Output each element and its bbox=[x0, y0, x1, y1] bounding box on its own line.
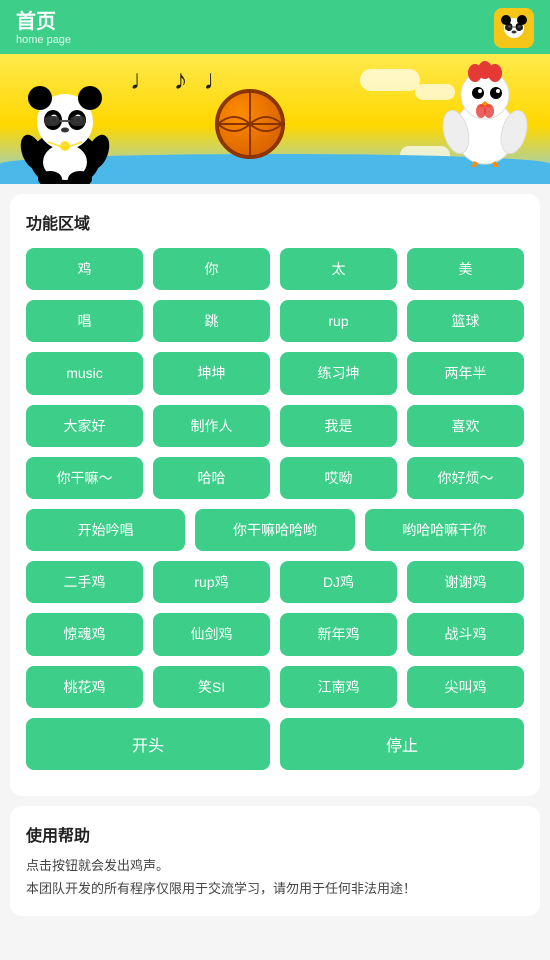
function-area-title: 功能区域 bbox=[26, 210, 524, 234]
btn-niganna-haha[interactable]: 你干嘛哈哈哟 bbox=[195, 509, 354, 551]
basketball-icon bbox=[215, 89, 285, 159]
btn-jiangnanji[interactable]: 江南鸡 bbox=[280, 666, 397, 708]
btn-kunkun[interactable]: 坤坤 bbox=[153, 352, 270, 394]
stop-button[interactable]: 停止 bbox=[280, 718, 524, 770]
btn-dajiahao[interactable]: 大家好 bbox=[26, 405, 143, 447]
btn-ershouji[interactable]: 二手鸡 bbox=[26, 561, 143, 603]
btn-row-6: 开始吟唱 你干嘛哈哈哟 哟哈哈嘛干你 bbox=[26, 509, 524, 551]
function-area: 功能区域 鸡 你 太 美 唱 跳 rup 篮球 music 坤坤 练习坤 两年半… bbox=[10, 194, 540, 796]
btn-jianjiaoji[interactable]: 尖叫鸡 bbox=[407, 666, 524, 708]
avatar[interactable] bbox=[494, 8, 534, 48]
help-line-2: 本团队开发的所有程序仅限用于交流学习，请勿用于任何非法用途！ bbox=[26, 877, 524, 900]
app-header: 首页 home page bbox=[0, 0, 550, 54]
btn-zhizuoren[interactable]: 制作人 bbox=[153, 405, 270, 447]
btn-row-9: 桃花鸡 笑SI 江南鸡 尖叫鸡 bbox=[26, 666, 524, 708]
btn-niganna[interactable]: 你干嘛～ bbox=[26, 457, 143, 499]
btn-row-8: 惊魂鸡 仙剑鸡 新年鸡 战斗鸡 bbox=[26, 613, 524, 655]
btn-chang[interactable]: 唱 bbox=[26, 300, 143, 342]
help-line-1: 点击按钮就会发出鸡声。 bbox=[26, 854, 524, 877]
btn-taohuaji[interactable]: 桃花鸡 bbox=[26, 666, 143, 708]
start-button[interactable]: 开头 bbox=[26, 718, 270, 770]
btn-aiyou[interactable]: 哎呦 bbox=[280, 457, 397, 499]
btn-nihaofen[interactable]: 你好烦～ bbox=[407, 457, 524, 499]
btn-rupji[interactable]: rup鸡 bbox=[153, 561, 270, 603]
page-title: 首页 bbox=[16, 10, 71, 34]
header-left: 首页 home page bbox=[16, 10, 71, 46]
btn-row-5: 你干嘛～ 哈哈 哎呦 你好烦～ bbox=[26, 457, 524, 499]
chicken-figure bbox=[440, 57, 530, 179]
action-row: 开头 停止 bbox=[26, 718, 524, 770]
btn-row-7: 二手鸡 rup鸡 DJ鸡 谢谢鸡 bbox=[26, 561, 524, 603]
btn-mei[interactable]: 美 bbox=[407, 248, 524, 290]
btn-xihuan[interactable]: 喜欢 bbox=[407, 405, 524, 447]
panda-figure bbox=[10, 64, 120, 184]
btn-djji[interactable]: DJ鸡 bbox=[280, 561, 397, 603]
btn-lanqiu[interactable]: 篮球 bbox=[407, 300, 524, 342]
btn-lianxikun[interactable]: 练习坤 bbox=[280, 352, 397, 394]
btn-rup[interactable]: rup bbox=[280, 300, 397, 342]
btn-tiao[interactable]: 跳 bbox=[153, 300, 270, 342]
btn-xiaosi[interactable]: 笑SI bbox=[153, 666, 270, 708]
btn-xianjianji[interactable]: 仙剑鸡 bbox=[153, 613, 270, 655]
btn-xiejieji[interactable]: 谢谢鸡 bbox=[407, 561, 524, 603]
btn-zhandouji[interactable]: 战斗鸡 bbox=[407, 613, 524, 655]
page-subtitle: home page bbox=[16, 34, 71, 46]
btn-row-1: 鸡 你 太 美 bbox=[26, 248, 524, 290]
banner: ♩ ♪ ♩ bbox=[0, 54, 550, 184]
help-section: 使用帮助 点击按钮就会发出鸡声。 本团队开发的所有程序仅限用于交流学习，请勿用于… bbox=[10, 806, 540, 917]
cloud-1 bbox=[360, 69, 420, 91]
btn-ni[interactable]: 你 bbox=[153, 248, 270, 290]
btn-music[interactable]: music bbox=[26, 352, 143, 394]
btn-row-4: 大家好 制作人 我是 喜欢 bbox=[26, 405, 524, 447]
btn-jinghunj[interactable]: 惊魂鸡 bbox=[26, 613, 143, 655]
btn-kaishiyinchang[interactable]: 开始吟唱 bbox=[26, 509, 185, 551]
btn-woshi[interactable]: 我是 bbox=[280, 405, 397, 447]
btn-row-2: 唱 跳 rup 篮球 bbox=[26, 300, 524, 342]
btn-liangnianban[interactable]: 两年半 bbox=[407, 352, 524, 394]
btn-ji[interactable]: 鸡 bbox=[26, 248, 143, 290]
btn-haha[interactable]: 哈哈 bbox=[153, 457, 270, 499]
btn-xinnianji[interactable]: 新年鸡 bbox=[280, 613, 397, 655]
btn-tai[interactable]: 太 bbox=[280, 248, 397, 290]
btn-row-3: music 坤坤 练习坤 两年半 bbox=[26, 352, 524, 394]
btn-yohaha[interactable]: 哟哈哈嘛干你 bbox=[365, 509, 524, 551]
help-title: 使用帮助 bbox=[26, 822, 524, 846]
